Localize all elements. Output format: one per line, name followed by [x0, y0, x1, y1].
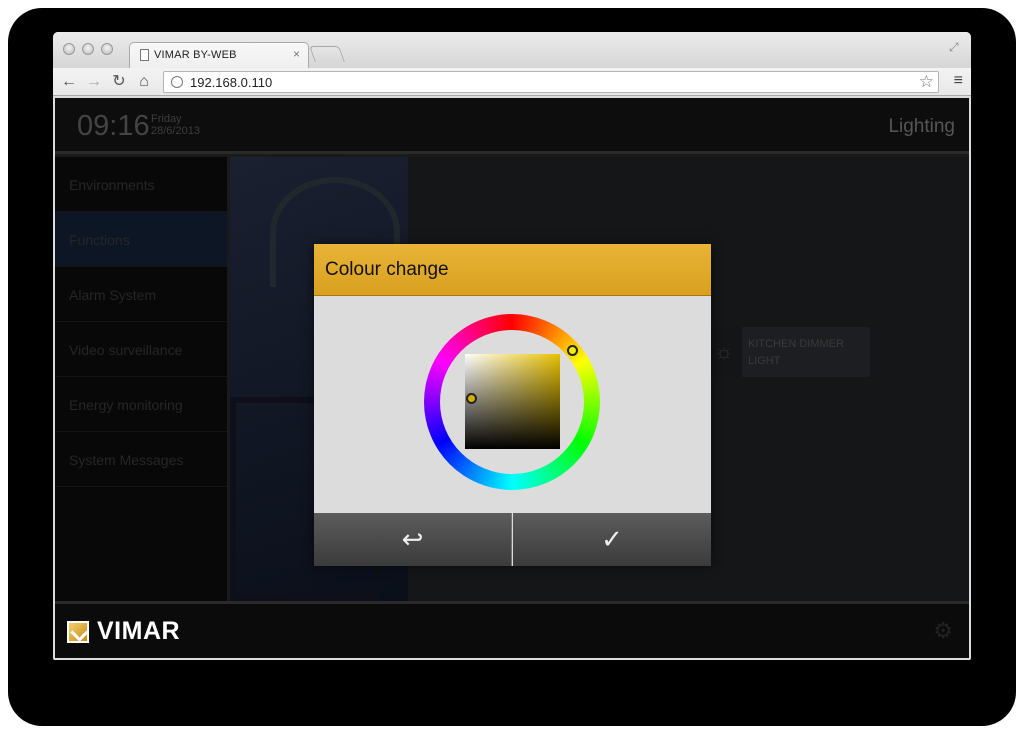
- sidebar-item-environments[interactable]: Environments: [55, 157, 227, 212]
- browser-menu-icon[interactable]: ≡: [954, 72, 963, 90]
- saturation-value-square[interactable]: [465, 354, 560, 449]
- forward-button[interactable]: →: [84, 72, 104, 92]
- dialog-header: Colour change: [314, 244, 711, 296]
- app-footer: VIMAR ⚙: [55, 601, 969, 658]
- browser-titlebar: VIMAR BY-WEB × ⤢: [53, 32, 971, 68]
- kitchen-dimmer-tile[interactable]: ☼ KITCHEN DIMMER LIGHT: [706, 327, 870, 377]
- fullscreen-icon[interactable]: ⤢: [949, 40, 963, 54]
- sidebar-item-functions[interactable]: Functions: [55, 212, 227, 267]
- check-icon: ✓: [601, 524, 623, 554]
- tab-close-icon[interactable]: ×: [293, 47, 300, 61]
- browser-tab[interactable]: VIMAR BY-WEB ×: [129, 42, 309, 68]
- document-icon: [140, 49, 149, 61]
- vimar-logo-icon: [67, 621, 89, 643]
- kitchen-dimmer-label: KITCHEN DIMMER LIGHT: [748, 338, 844, 367]
- new-tab-button[interactable]: [309, 46, 345, 62]
- colour-picker[interactable]: [424, 314, 600, 490]
- back-button[interactable]: ←: [59, 72, 79, 92]
- date-value: 28/6/2013: [151, 125, 200, 137]
- vimar-logo-text: VIMAR: [97, 617, 181, 645]
- back-button-dialog[interactable]: ↩: [314, 513, 512, 566]
- sidebar: Environments Functions Alarm System Vide…: [55, 157, 227, 601]
- bookmark-star-icon[interactable]: ☆: [919, 72, 934, 92]
- sidebar-item-video-surveillance[interactable]: Video surveillance: [55, 322, 227, 377]
- confirm-button[interactable]: ✓: [513, 513, 711, 566]
- window-zoom-icon[interactable]: [101, 43, 113, 55]
- sidebar-item-system-messages[interactable]: System Messages: [55, 432, 227, 487]
- url-text[interactable]: 192.168.0.110: [190, 75, 272, 90]
- colour-change-dialog: Colour change ↩ ✓: [314, 244, 711, 566]
- home-button[interactable]: ⌂: [134, 72, 154, 92]
- globe-icon: [171, 76, 183, 88]
- browser-toolbar: ← → ↻ ⌂ 192.168.0.110 ☆ ≡: [53, 68, 971, 96]
- sidebar-item-alarm-system[interactable]: Alarm System: [55, 267, 227, 322]
- sidebar-item-energy-monitoring[interactable]: Energy monitoring: [55, 377, 227, 432]
- section-title: Lighting: [888, 116, 955, 137]
- address-bar[interactable]: 192.168.0.110 ☆: [163, 71, 939, 93]
- saturation-value-handle[interactable]: [466, 393, 477, 404]
- reload-button[interactable]: ↻: [109, 72, 129, 92]
- clock-time: 09:16: [77, 110, 150, 142]
- date-display: Friday 28/6/2013: [151, 113, 200, 137]
- hue-handle[interactable]: [567, 345, 578, 356]
- settings-icon[interactable]: ⚙: [933, 618, 953, 644]
- dialog-title: Colour change: [325, 259, 449, 280]
- day-name: Friday: [151, 113, 182, 125]
- tab-title: VIMAR BY-WEB: [154, 49, 237, 61]
- light-bulb-icon: ☼: [706, 327, 742, 377]
- app-header: 09:16 Friday 28/6/2013 Lighting: [55, 98, 969, 154]
- window-minimize-icon[interactable]: [82, 43, 94, 55]
- dialog-footer: ↩ ✓: [314, 513, 711, 566]
- back-icon: ↩: [401, 524, 424, 554]
- window-close-icon[interactable]: [63, 43, 75, 55]
